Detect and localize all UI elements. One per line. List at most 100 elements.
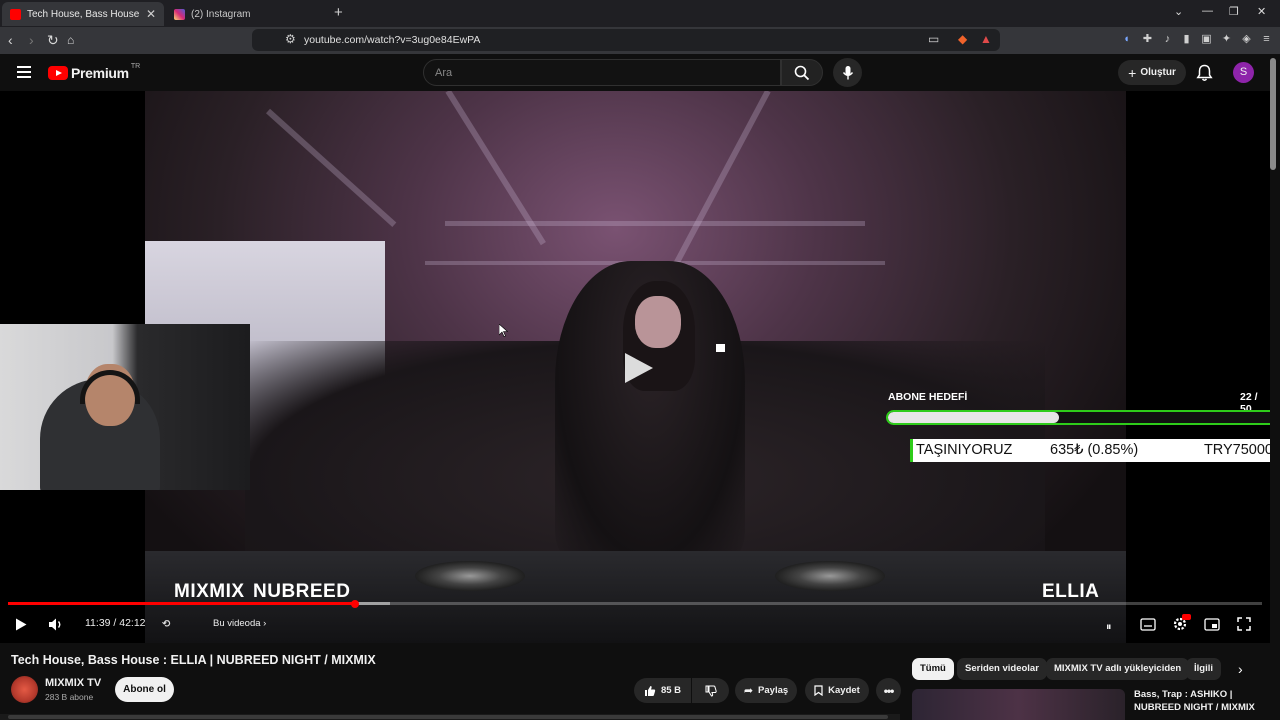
video-player[interactable]: MIXMIX NUBREED ELLIA ABONE HEDEFİ 22 / 5… <box>0 91 1270 643</box>
video-title: Tech House, Bass House : ELLIA | NUBREED… <box>11 653 376 667</box>
chapter-label: Bu videoda <box>213 618 261 629</box>
chip-series[interactable]: Seriden videolar <box>957 658 1047 680</box>
dj-face <box>635 296 681 348</box>
chip-related[interactable]: İlgili <box>1186 658 1221 680</box>
create-label: Oluştur <box>1140 67 1176 78</box>
audio-icon[interactable]: ◖ <box>1120 33 1133 46</box>
youtube-play-logo-icon <box>48 66 68 80</box>
leo-icon[interactable]: ✦ <box>1220 33 1233 46</box>
volume-icon[interactable] <box>48 617 64 632</box>
rewards-icon[interactable]: ▲ <box>980 32 992 46</box>
ticker-middle: 635₺ (0.85%) <box>1050 442 1139 458</box>
search-input[interactable] <box>424 60 780 85</box>
subtitles-icon[interactable] <box>1140 618 1156 631</box>
time-display: 11:39 / 42:12 <box>85 617 146 629</box>
played-bar <box>8 602 355 605</box>
extensions-icon[interactable]: ✚ <box>1141 33 1154 46</box>
share-label: Paylaş <box>758 685 789 696</box>
music-icon[interactable]: ♪ <box>1161 33 1174 46</box>
seek-bar[interactable] <box>8 602 1262 605</box>
close-window-icon[interactable]: ✕ <box>1257 5 1266 18</box>
fullscreen-icon[interactable] <box>1237 617 1251 631</box>
youtube-header: Premium TR + Oluştur S <box>0 54 1280 91</box>
cast-icon[interactable]: ▭ <box>928 32 939 46</box>
channel-name[interactable]: MIXMIX TV <box>45 677 101 689</box>
youtube-logo[interactable]: Premium TR <box>48 62 141 81</box>
more-actions-button[interactable]: ••• <box>876 678 901 703</box>
create-button[interactable]: + Oluştur <box>1118 60 1186 85</box>
address-bar[interactable]: ⚙ youtube.com/watch?v=3ug0e84EwPA ▭ ◆ ▲ <box>252 29 1000 51</box>
browser-tab-bar: Tech House, Bass House : ELLIA | ✕ (2) I… <box>0 0 1280 27</box>
tab-youtube[interactable]: Tech House, Bass House : ELLIA | ✕ <box>2 2 164 26</box>
home-icon[interactable]: ⌂ <box>67 31 74 49</box>
chip-all[interactable]: Tümü <box>912 658 954 680</box>
cursor-marker <box>716 344 725 352</box>
autoplay-toggle-icon[interactable]: ⏸ <box>1106 618 1112 636</box>
tab-list-icon[interactable]: ⌄ <box>1174 5 1183 18</box>
center-play-icon[interactable] <box>621 351 655 385</box>
chip-uploader[interactable]: MIXMIX TV adlı yükleyiciden <box>1046 658 1190 680</box>
logo-country: TR <box>130 62 141 70</box>
browser-toolbar: ‹ › ↻ ⌂ ☐ ⚙ youtube.com/watch?v=3ug0e84E… <box>0 27 1280 54</box>
subscribe-button[interactable]: Abone ol <box>115 677 174 702</box>
related-video-thumbnail[interactable] <box>912 689 1125 720</box>
dislike-button[interactable] <box>692 678 729 703</box>
brand-mixmix: MIXMIX <box>174 581 245 602</box>
back-icon[interactable]: ‹ <box>8 31 13 49</box>
brave-shield-icon[interactable]: ◆ <box>958 32 967 46</box>
like-count: 85 B <box>660 685 682 696</box>
youtube-favicon-icon <box>10 8 21 20</box>
new-tab-button[interactable]: + <box>334 4 343 21</box>
save-label: Kaydet <box>828 685 860 696</box>
vpn-icon[interactable]: ◈ <box>1240 33 1253 46</box>
miniplayer-icon[interactable] <box>1204 618 1220 631</box>
address-url: youtube.com/watch?v=3ug0e84EwPA <box>304 34 481 46</box>
channel-avatar[interactable] <box>11 676 38 703</box>
like-button[interactable]: 85 B <box>634 678 691 703</box>
plus-icon: + <box>1128 64 1137 81</box>
notifications-bell-icon[interactable] <box>1196 64 1213 82</box>
forward-icon[interactable]: › <box>29 31 34 49</box>
mouse-cursor-icon <box>499 324 508 337</box>
search-button[interactable] <box>781 59 823 86</box>
turntable <box>775 561 885 591</box>
horizontal-scrollbar[interactable] <box>0 714 900 720</box>
thumbs-up-icon <box>644 685 656 696</box>
ticker-right: TRY75000 <box>1203 442 1270 458</box>
maximize-icon[interactable]: ❐ <box>1229 5 1239 18</box>
account-avatar[interactable]: S <box>1233 62 1254 83</box>
minimize-icon[interactable]: — <box>1202 5 1213 17</box>
microphone-icon <box>842 65 853 79</box>
save-button[interactable]: Kaydet <box>805 678 869 703</box>
tab-title: Tech House, Bass House : ELLIA | <box>27 8 140 20</box>
chapter-button[interactable]: Bu videoda › <box>213 618 266 629</box>
reload-icon[interactable]: ↻ <box>47 31 59 49</box>
share-icon: ➦ <box>743 685 754 697</box>
sidebar-icon[interactable]: ▮ <box>1180 33 1193 46</box>
browser-menu-icon[interactable]: ≡ <box>1260 33 1273 46</box>
share-button[interactable]: ➦ Paylaş <box>735 678 797 703</box>
ticker-left: TAŞINIYORUZ <box>916 442 1013 458</box>
thumbs-down-icon <box>705 685 717 697</box>
turntable <box>415 561 525 591</box>
play-button-icon[interactable] <box>15 618 27 631</box>
brand-nubreed: NUBREED <box>253 581 351 602</box>
tab-title: (2) Instagram <box>191 8 251 20</box>
close-tab-icon[interactable]: ✕ <box>146 7 156 21</box>
logo-text: Premium <box>71 65 129 81</box>
instagram-favicon-icon <box>174 8 185 20</box>
subscriber-count: 283 B abone <box>45 692 94 702</box>
voice-search-button[interactable] <box>833 58 862 87</box>
webcam-overlay <box>0 324 250 490</box>
page-scrollbar[interactable] <box>1270 58 1276 170</box>
wallet-icon[interactable]: ▣ <box>1200 33 1213 46</box>
site-info-icon[interactable]: ⚙ <box>285 32 296 46</box>
goal-progress-bar <box>886 410 1270 425</box>
guide-menu-icon[interactable] <box>17 66 31 78</box>
chips-next-icon[interactable]: › <box>1238 661 1243 677</box>
bookmark-save-icon <box>814 685 823 696</box>
live-sync-icon[interactable]: ⟲ <box>162 616 170 634</box>
tab-instagram[interactable]: (2) Instagram <box>166 2 328 26</box>
seek-handle[interactable] <box>351 600 359 608</box>
related-video-title[interactable]: Bass, Trap : ASHIKO | NUBREED NIGHT / MI… <box>1134 688 1274 714</box>
